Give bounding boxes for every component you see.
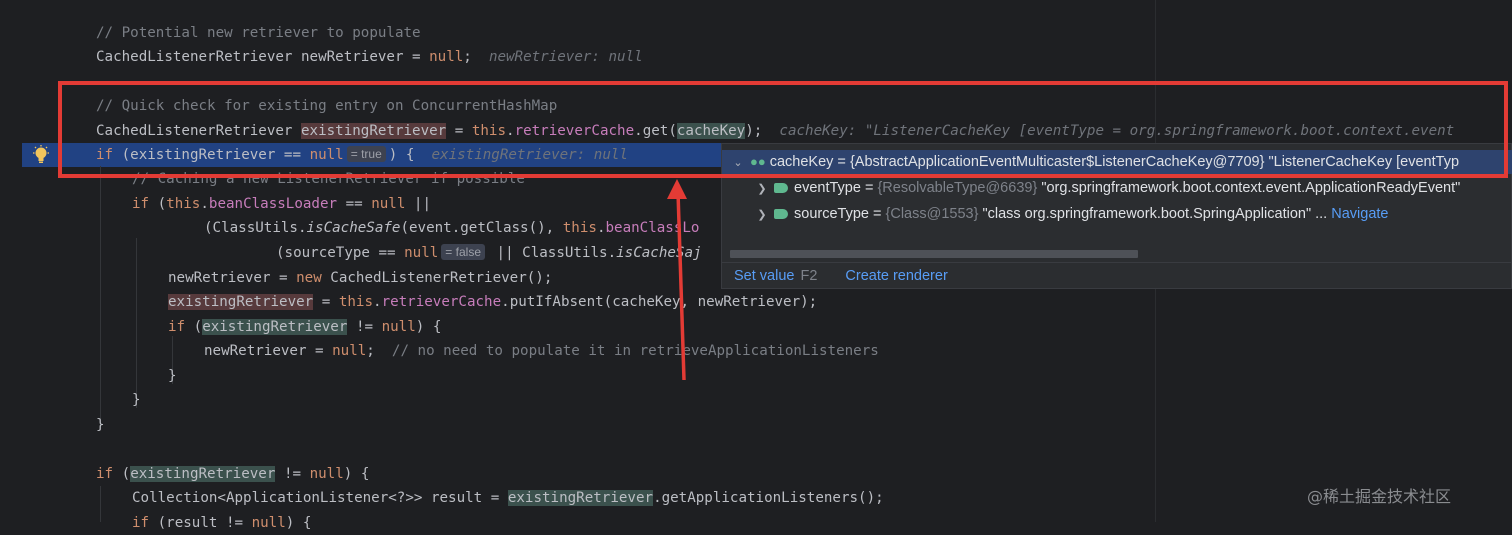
watermark: @稀土掘金技术社区 xyxy=(1307,487,1452,506)
annotation-arrow xyxy=(667,179,687,381)
